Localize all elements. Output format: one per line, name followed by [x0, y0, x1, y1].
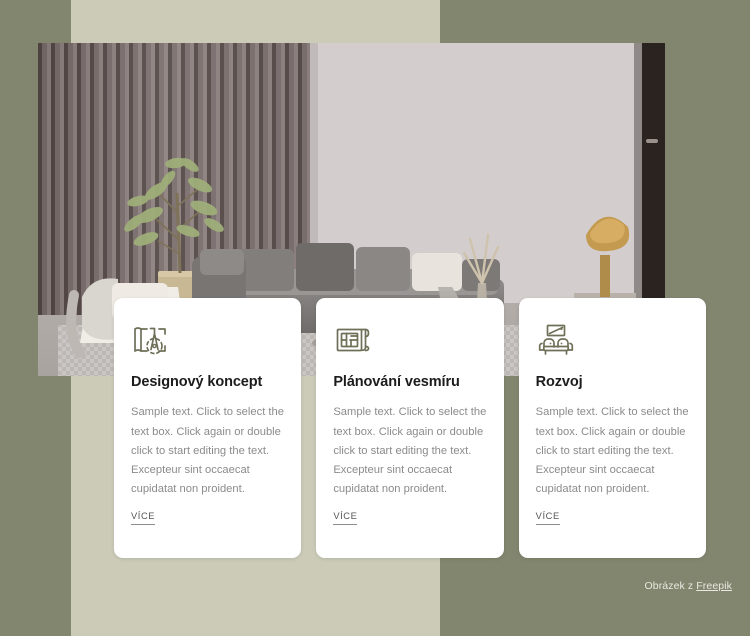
image-credit-prefix: Obrázek z [644, 580, 697, 592]
page-root: Designový koncept Sample text. Click to … [0, 0, 750, 636]
card-title: Plánování vesmíru [333, 374, 460, 390]
card-more-link[interactable]: VÍCE [131, 511, 156, 525]
freepik-link[interactable]: Freepik [696, 580, 732, 592]
sofa-icon [536, 320, 576, 360]
card-more-link[interactable]: VÍCE [535, 511, 560, 525]
card-title: Rozvoj [535, 374, 583, 390]
feature-card[interactable]: Designový koncept Sample text. Click to … [114, 298, 302, 558]
card-description: Sample text. Click to select the text bo… [131, 406, 284, 496]
feature-card[interactable]: Plánování vesmíru Sample text. Click to … [316, 298, 504, 558]
image-credit: Obrázek z Freepik [645, 580, 733, 592]
card-more-link[interactable]: VÍCE [333, 511, 358, 525]
card-description: Sample text. Click to select the text bo… [333, 406, 487, 496]
card-description: Sample text. Click to select the text bo… [535, 406, 689, 496]
feature-card-row: Designový koncept Sample text. Click to … [114, 298, 706, 558]
card-title: Designový koncept [131, 374, 263, 390]
feature-card[interactable]: Rozvoj Sample text. Click to select the … [518, 298, 706, 558]
drafting-compass-icon [131, 320, 171, 360]
floor-plan-icon [333, 320, 373, 360]
